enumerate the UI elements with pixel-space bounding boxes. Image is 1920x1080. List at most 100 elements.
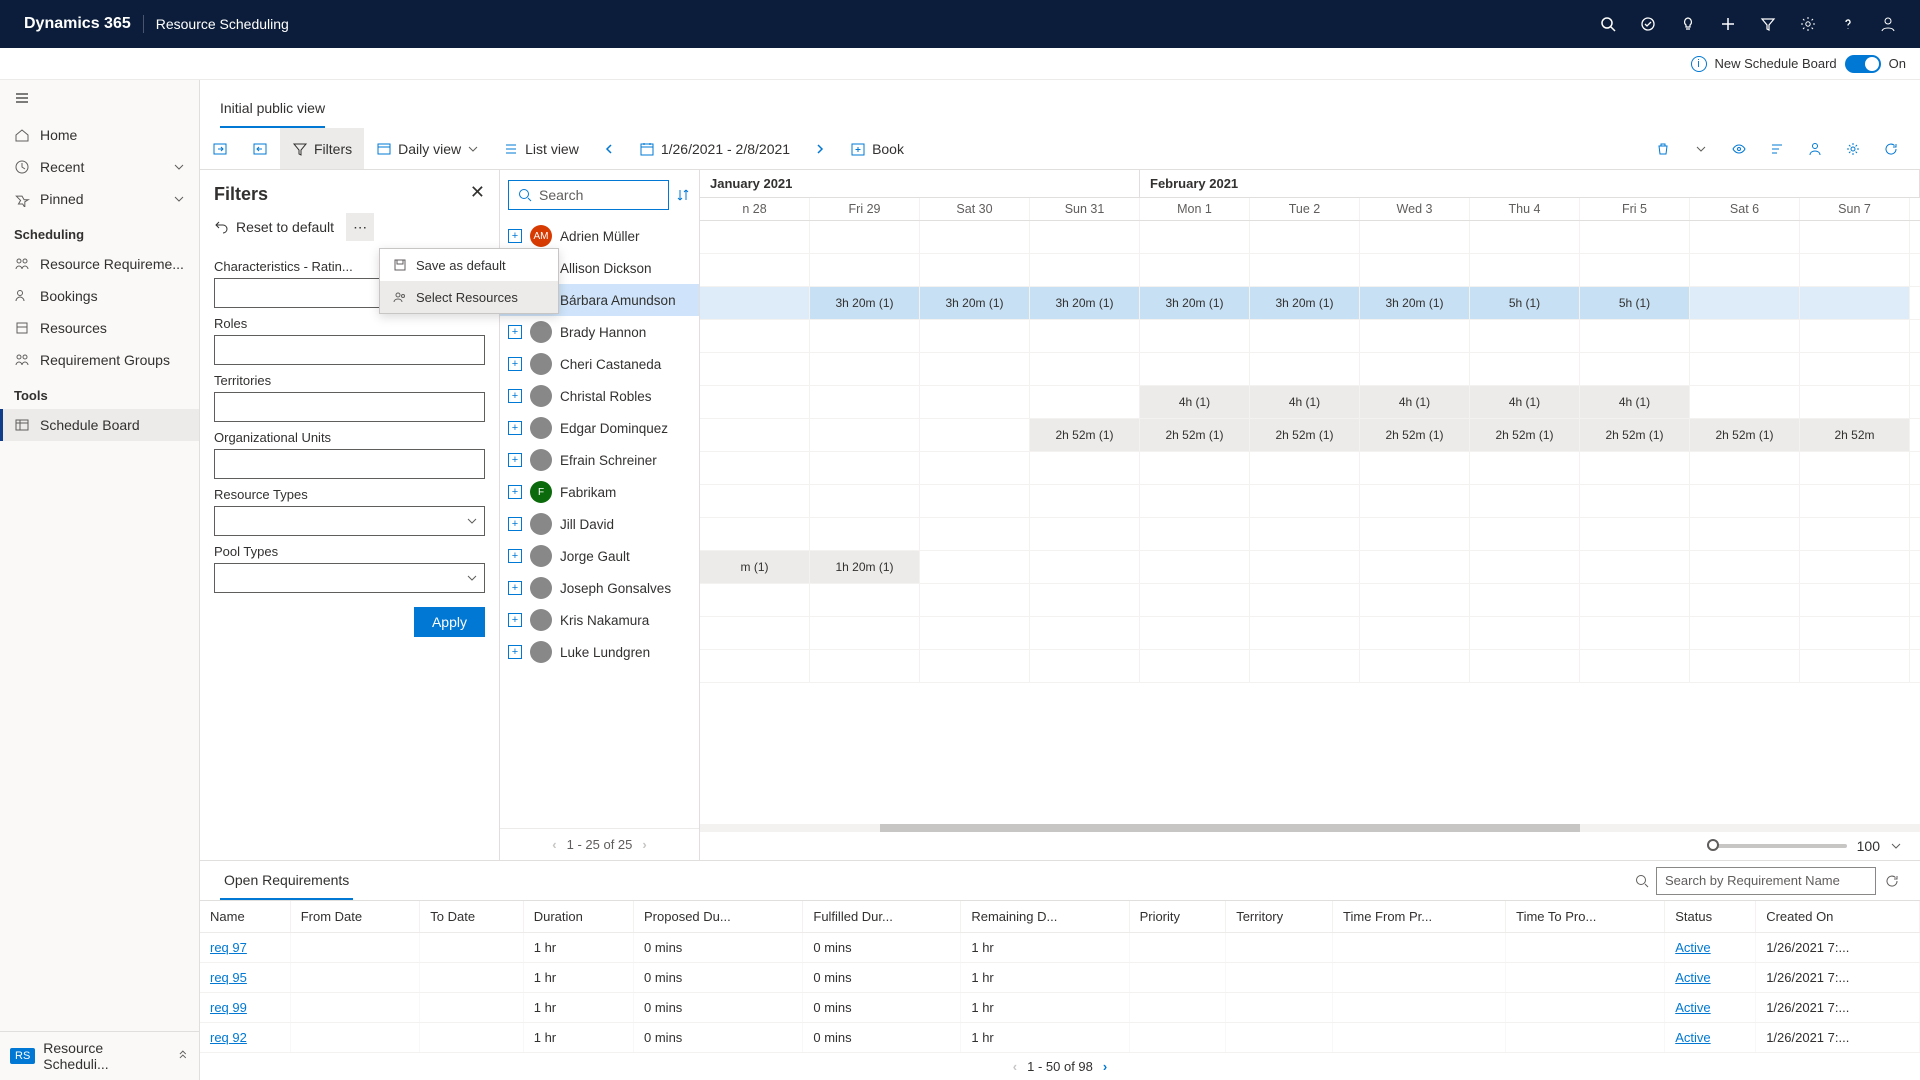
grid-cell[interactable]	[1580, 617, 1690, 649]
grid-cell[interactable]	[810, 584, 920, 616]
grid-cell[interactable]	[1800, 551, 1910, 583]
grid-cell[interactable]	[1140, 320, 1250, 352]
grid-cell[interactable]	[1030, 452, 1140, 484]
grid-cell[interactable]: 4h (1)	[1580, 386, 1690, 418]
hamburger-icon[interactable]	[0, 80, 199, 119]
grid-cell[interactable]	[700, 485, 810, 517]
grid-cell[interactable]	[700, 254, 810, 286]
grid-cell[interactable]	[1690, 485, 1800, 517]
grid-cell[interactable]	[700, 353, 810, 385]
resource-row[interactable]: +Efrain Schreiner	[500, 444, 699, 476]
grid-cell[interactable]	[920, 386, 1030, 418]
grid-cell[interactable]	[920, 452, 1030, 484]
grid-cell[interactable]: 4h (1)	[1140, 386, 1250, 418]
table-header[interactable]: Priority	[1129, 901, 1226, 933]
table-header[interactable]: Time From Pr...	[1333, 901, 1506, 933]
grid-cell[interactable]	[1250, 551, 1360, 583]
grid-cell[interactable]	[700, 221, 810, 253]
grid-cell[interactable]	[1800, 254, 1910, 286]
refresh-icon[interactable]	[1884, 873, 1900, 889]
grid-cell[interactable]	[700, 650, 810, 682]
expand-icon[interactable]: +	[508, 613, 522, 627]
grid-cell[interactable]	[1690, 452, 1800, 484]
grid-cell[interactable]	[1580, 320, 1690, 352]
date-prev-button[interactable]	[591, 128, 627, 169]
grid-cell[interactable]	[1470, 584, 1580, 616]
expand-icon[interactable]: +	[508, 421, 522, 435]
grid-cell[interactable]	[1030, 650, 1140, 682]
info-icon[interactable]: i	[1691, 56, 1707, 72]
expand-icon[interactable]: +	[508, 325, 522, 339]
grid-cell[interactable]	[1140, 452, 1250, 484]
close-icon[interactable]: ✕	[470, 182, 485, 203]
grid-cell[interactable]	[1360, 320, 1470, 352]
grid-cell[interactable]	[920, 254, 1030, 286]
grid-cell[interactable]	[1580, 353, 1690, 385]
grid-cell[interactable]: 3h 20m (1)	[1250, 287, 1360, 319]
grid-cell[interactable]	[1140, 650, 1250, 682]
grid-cell[interactable]	[1470, 452, 1580, 484]
eye-icon[interactable]	[1722, 132, 1756, 166]
pager-next-icon[interactable]: ›	[642, 837, 646, 852]
grid-cell[interactable]	[1690, 518, 1800, 550]
apply-button[interactable]: Apply	[414, 607, 485, 637]
grid-cell[interactable]	[920, 650, 1030, 682]
expand-right-icon[interactable]	[200, 128, 240, 169]
grid-cell[interactable]	[1580, 221, 1690, 253]
grid-cell[interactable]	[1690, 320, 1800, 352]
grid-cell[interactable]	[1360, 254, 1470, 286]
gear-icon[interactable]	[1788, 0, 1828, 48]
table-header[interactable]: Name	[200, 901, 290, 933]
grid-cell[interactable]	[810, 221, 920, 253]
daily-view-button[interactable]: Daily view	[364, 128, 491, 169]
grid-cell[interactable]: 3h 20m (1)	[920, 287, 1030, 319]
grid-cell[interactable]	[810, 320, 920, 352]
resource-row[interactable]: +Jill David	[500, 508, 699, 540]
nav-resource-requirements[interactable]: Resource Requireme...	[0, 248, 199, 280]
grid-cell[interactable]	[1250, 221, 1360, 253]
expand-icon[interactable]: +	[508, 645, 522, 659]
grid-cell[interactable]	[920, 617, 1030, 649]
grid-cell[interactable]	[1690, 287, 1800, 319]
grid-cell[interactable]	[920, 518, 1030, 550]
grid-cell[interactable]	[1140, 221, 1250, 253]
pager-prev-icon[interactable]: ‹	[552, 837, 556, 852]
grid-cell[interactable]: 3h 20m (1)	[1140, 287, 1250, 319]
gear-icon[interactable]	[1836, 132, 1870, 166]
expand-left-icon[interactable]	[240, 128, 280, 169]
req-status-link[interactable]: Active	[1675, 940, 1710, 955]
chevron-down-icon[interactable]	[1684, 132, 1718, 166]
horizontal-scrollbar[interactable]	[700, 824, 1920, 832]
grid-cell[interactable]: 5h (1)	[1470, 287, 1580, 319]
grid-cell[interactable]: 5h (1)	[1580, 287, 1690, 319]
grid-cell[interactable]	[1140, 518, 1250, 550]
grid-cell[interactable]	[1470, 254, 1580, 286]
grid-cell[interactable]	[1800, 485, 1910, 517]
grid-cell[interactable]	[920, 419, 1030, 451]
grid-cell[interactable]	[1140, 551, 1250, 583]
grid-cell[interactable]	[920, 584, 1030, 616]
grid-cell[interactable]: 2h 52m (1)	[1690, 419, 1800, 451]
user-icon[interactable]	[1868, 0, 1908, 48]
grid-cell[interactable]	[1030, 551, 1140, 583]
grid-cell[interactable]	[1030, 386, 1140, 418]
grid-cell[interactable]: 3h 20m (1)	[1360, 287, 1470, 319]
grid-cell[interactable]	[1690, 650, 1800, 682]
grid-cell[interactable]	[1250, 584, 1360, 616]
grid-cell[interactable]	[1470, 221, 1580, 253]
sort-icon[interactable]	[675, 187, 691, 203]
grid-cell[interactable]	[1470, 518, 1580, 550]
menu-save-default[interactable]: Save as default	[380, 249, 558, 281]
grid-cell[interactable]	[1250, 617, 1360, 649]
grid-cell[interactable]	[700, 617, 810, 649]
req-status-link[interactable]: Active	[1675, 1030, 1710, 1045]
grid-cell[interactable]: 4h (1)	[1250, 386, 1360, 418]
table-row[interactable]: req 971 hr0 mins0 mins1 hrActive1/26/202…	[200, 933, 1920, 963]
lightbulb-icon[interactable]	[1668, 0, 1708, 48]
expand-icon[interactable]: +	[508, 229, 522, 243]
grid-cell[interactable]	[700, 419, 810, 451]
tab-open-requirements[interactable]: Open Requirements	[220, 862, 353, 900]
resource-search-input[interactable]: Search	[508, 180, 669, 210]
nav-bookings[interactable]: Bookings	[0, 280, 199, 312]
req-status-link[interactable]: Active	[1675, 1000, 1710, 1015]
